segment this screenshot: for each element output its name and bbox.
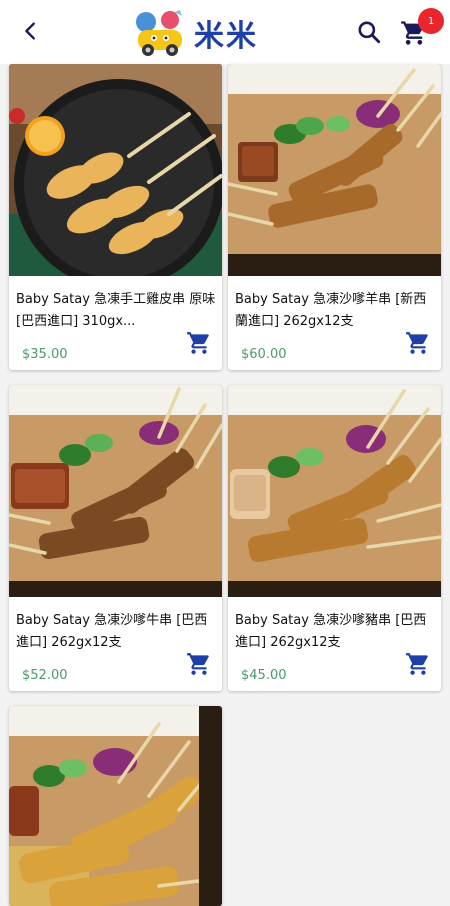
- brand-logo: 米米: [132, 8, 258, 58]
- product-price: $45.00: [241, 668, 287, 683]
- product-image-lamb-satay[interactable]: [228, 64, 441, 276]
- cart-count-badge: 1: [418, 8, 444, 34]
- product-image-chicken-skewers[interactable]: [9, 64, 222, 276]
- add-to-cart-button[interactable]: [186, 651, 212, 677]
- chevron-left-icon: [25, 22, 35, 40]
- add-to-cart-button[interactable]: [405, 330, 431, 356]
- product-name[interactable]: Baby Satay 急凍沙嗲牛串 [巴西進口] 262gx12支: [16, 610, 216, 654]
- product-card[interactable]: Baby Satay 急凍沙嗲豬串 [巴西進口] 262gx12支 $45.00: [228, 385, 441, 691]
- product-price: $52.00: [22, 668, 68, 683]
- product-card[interactable]: Baby Satay 急凍沙嗲羊串 [新西蘭進口] 262gx12支 $60.0…: [228, 64, 441, 370]
- product-grid: Baby Satay 急凍手工雞皮串 原味 [巴西進口] 310gx... $3…: [0, 64, 450, 906]
- app-bar: 米米 1: [0, 0, 450, 64]
- brand-name: 米米: [194, 19, 258, 54]
- search-icon: [358, 21, 381, 44]
- product-name[interactable]: Baby Satay 急凍沙嗲羊串 [新西蘭進口] 262gx12支: [235, 289, 435, 333]
- add-to-cart-icon: [187, 332, 209, 354]
- logo-mascot-icon: [136, 10, 182, 56]
- product-image-pork-satay[interactable]: [228, 385, 441, 597]
- product-name[interactable]: Baby Satay 急凍沙嗲豬串 [巴西進口] 262gx12支: [235, 610, 435, 654]
- add-to-cart-icon: [187, 653, 209, 675]
- add-to-cart-button[interactable]: [186, 330, 212, 356]
- product-card[interactable]: Baby Satay 急凍手工雞皮串 原味 [巴西進口] 310gx... $3…: [9, 64, 222, 370]
- product-price: $60.00: [241, 347, 287, 362]
- back-button[interactable]: [18, 18, 44, 44]
- product-price: $35.00: [22, 347, 68, 362]
- search-button[interactable]: [356, 19, 382, 45]
- product-card[interactable]: [9, 706, 222, 906]
- product-image-beef-satay[interactable]: [9, 385, 222, 597]
- add-to-cart-icon: [406, 653, 428, 675]
- product-name[interactable]: Baby Satay 急凍手工雞皮串 原味 [巴西進口] 310gx...: [16, 289, 216, 333]
- product-card[interactable]: Baby Satay 急凍沙嗲牛串 [巴西進口] 262gx12支 $52.00: [9, 385, 222, 691]
- add-to-cart-button[interactable]: [405, 651, 431, 677]
- product-image-chicken-satay[interactable]: [9, 706, 222, 906]
- add-to-cart-icon: [406, 332, 428, 354]
